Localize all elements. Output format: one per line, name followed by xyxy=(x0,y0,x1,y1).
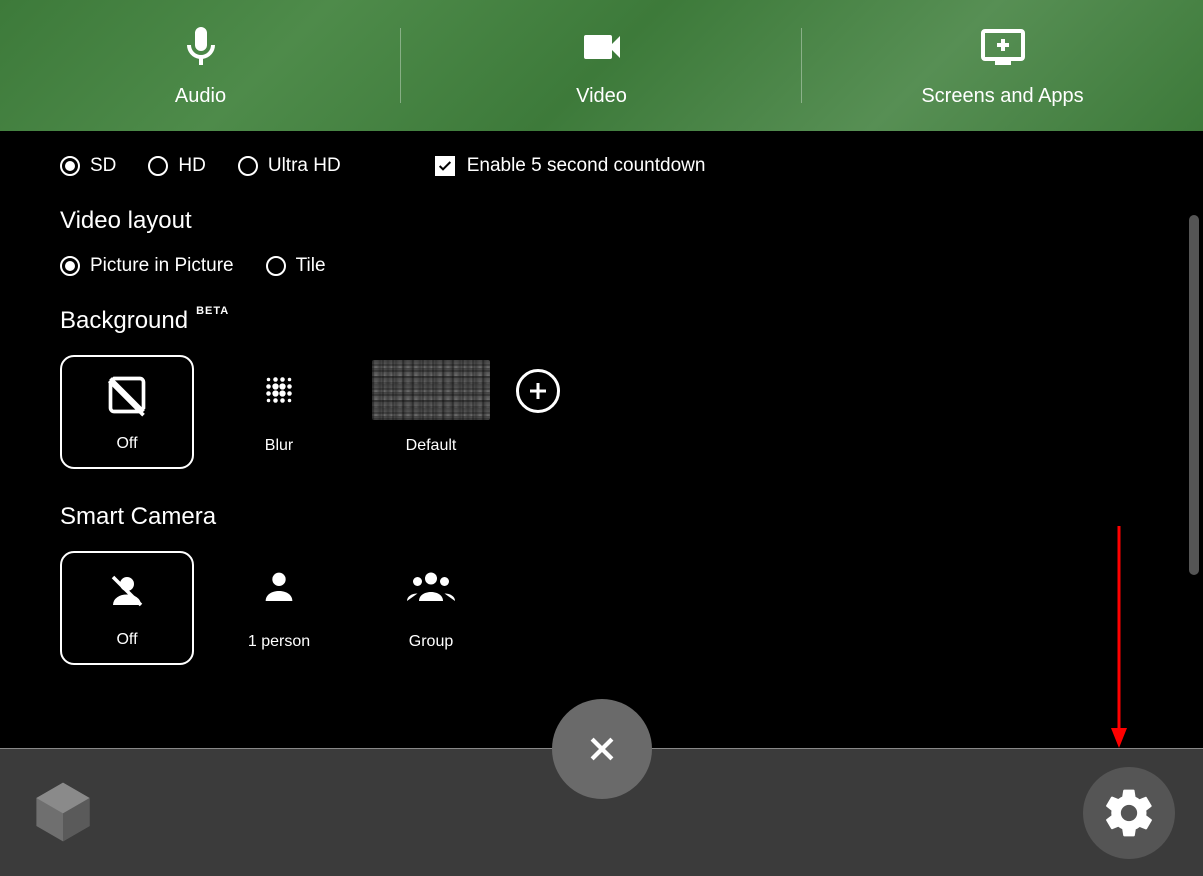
tab-video-label: Video xyxy=(576,85,627,108)
background-default-thumbnail xyxy=(372,360,490,420)
layout-tile-label: Tile xyxy=(296,255,326,277)
layout-radio-tile[interactable]: Tile xyxy=(266,255,326,277)
tab-screens-apps[interactable]: Screens and Apps xyxy=(802,0,1203,131)
quality-sd-label: SD xyxy=(90,155,116,177)
blur-icon xyxy=(258,369,300,411)
scrollbar-thumb[interactable] xyxy=(1189,215,1199,575)
close-icon xyxy=(585,732,619,766)
smart-camera-1person-label: 1 person xyxy=(248,633,310,651)
video-camera-icon xyxy=(574,23,630,71)
top-tabbar: Audio Video Screens and Apps xyxy=(0,0,1203,131)
smart-camera-group-label: Group xyxy=(409,633,453,651)
background-default-label: Default xyxy=(406,437,457,455)
quality-hd-label: HD xyxy=(178,155,205,177)
bottom-bar xyxy=(0,748,1203,876)
background-options: Off Blur Default xyxy=(60,355,1143,469)
background-title: Background BETA xyxy=(60,307,1143,335)
background-blur-label: Blur xyxy=(265,437,293,455)
tab-audio-label: Audio xyxy=(175,85,226,108)
smart-camera-option-off[interactable]: Off xyxy=(60,551,194,665)
beta-badge: BETA xyxy=(196,305,229,317)
quality-radio-ultrahd[interactable]: Ultra HD xyxy=(238,155,341,177)
smart-camera-option-group[interactable]: Group xyxy=(364,551,498,657)
group-icon xyxy=(407,566,455,606)
smart-camera-off-label: Off xyxy=(116,631,137,649)
person-off-icon xyxy=(106,570,148,612)
content-scrollbar[interactable] xyxy=(1187,131,1201,748)
image-off-icon xyxy=(105,373,149,417)
video-layout-row: Picture in Picture Tile xyxy=(60,255,1143,277)
smart-camera-title: Smart Camera xyxy=(60,503,1143,531)
quality-ultrahd-label: Ultra HD xyxy=(268,155,341,177)
app-logo xyxy=(28,777,98,847)
screen-share-icon xyxy=(975,23,1031,71)
layout-radio-pip[interactable]: Picture in Picture xyxy=(60,255,234,277)
layout-pip-label: Picture in Picture xyxy=(90,255,234,277)
tab-audio[interactable]: Audio xyxy=(0,0,401,131)
tab-screens-label: Screens and Apps xyxy=(921,85,1083,108)
background-option-off[interactable]: Off xyxy=(60,355,194,469)
smart-camera-option-1person[interactable]: 1 person xyxy=(212,551,346,657)
quality-radio-sd[interactable]: SD xyxy=(60,155,116,177)
video-layout-title: Video layout xyxy=(60,207,1143,235)
background-off-label: Off xyxy=(116,435,137,453)
quality-radio-hd[interactable]: HD xyxy=(148,155,205,177)
settings-button[interactable] xyxy=(1083,767,1175,859)
video-settings-panel: SD HD Ultra HD Enable 5 second countdown… xyxy=(0,131,1203,748)
countdown-checkbox[interactable]: Enable 5 second countdown xyxy=(435,155,706,177)
microphone-icon xyxy=(173,23,229,71)
close-panel-button[interactable] xyxy=(552,699,652,799)
background-option-default[interactable]: Default xyxy=(364,355,498,461)
smart-camera-options: Off 1 person Group xyxy=(60,551,1143,665)
person-icon xyxy=(259,566,299,606)
background-add-button[interactable] xyxy=(516,369,560,413)
gear-icon xyxy=(1101,785,1157,841)
plus-icon xyxy=(526,379,550,403)
countdown-label: Enable 5 second countdown xyxy=(467,155,706,177)
tab-video[interactable]: Video xyxy=(401,0,802,131)
quality-row: SD HD Ultra HD Enable 5 second countdown xyxy=(60,155,1143,177)
background-option-blur[interactable]: Blur xyxy=(212,355,346,461)
